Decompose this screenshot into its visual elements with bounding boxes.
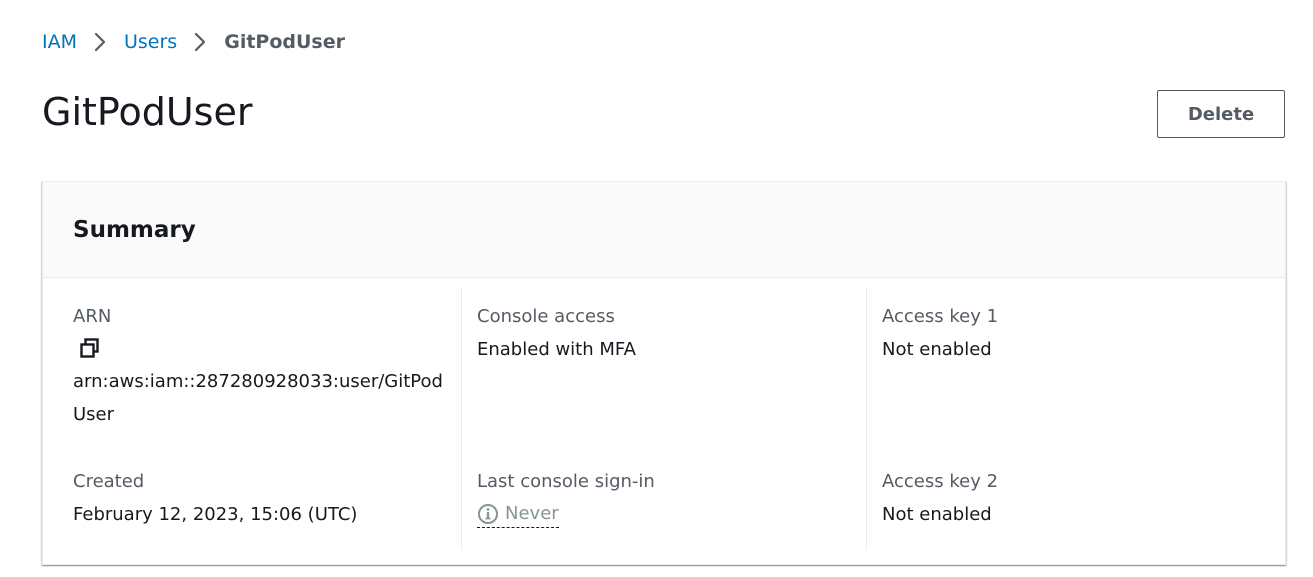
breadcrumb-item-users[interactable]: Users [124, 31, 177, 53]
breadcrumb-item-iam[interactable]: IAM [42, 31, 77, 53]
access-key-1-value: Not enabled [882, 339, 992, 360]
column-divider [866, 288, 867, 550]
breadcrumb: IAM Users GitPodUser [42, 28, 345, 56]
copy-icon[interactable] [79, 337, 103, 365]
column-divider [461, 288, 462, 550]
summary-card: Summary ARN arn:aws:iam::287280928033:us… [42, 181, 1286, 565]
arn-value: arn:aws:iam::287280928033:user/GitPodUse… [73, 371, 443, 425]
console-access-label: Console access [477, 306, 615, 327]
last-signin-label: Last console sign-in [477, 471, 655, 492]
access-key-2-field: Access key 2 Not enabled [882, 465, 998, 531]
delete-button[interactable]: Delete [1157, 90, 1285, 138]
summary-card-header: Summary [43, 182, 1285, 278]
access-key-1-label: Access key 1 [882, 306, 999, 327]
arn-label: ARN [73, 306, 112, 327]
chevron-right-icon [94, 32, 106, 52]
summary-title: Summary [73, 216, 196, 243]
console-access-value: Enabled with MFA [477, 339, 636, 360]
last-signin-field: Last console sign-in Never [477, 465, 655, 536]
chevron-right-icon [194, 32, 206, 52]
last-signin-popover-trigger[interactable]: Never [477, 500, 559, 528]
info-icon [477, 503, 499, 525]
summary-card-body: ARN arn:aws:iam::287280928033:user/GitPo… [43, 278, 1285, 565]
created-field: Created February 12, 2023, 15:06 (UTC) [73, 465, 357, 531]
access-key-2-label: Access key 2 [882, 471, 999, 492]
access-key-2-value: Not enabled [882, 504, 992, 525]
arn-field: ARN arn:aws:iam::287280928033:user/GitPo… [73, 300, 443, 431]
console-access-field: Console access Enabled with MFA [477, 300, 636, 366]
page-title: GitPodUser [42, 90, 253, 134]
page: IAM Users GitPodUser GitPodUser Delete S… [0, 0, 1313, 577]
last-signin-value: Never [505, 503, 559, 524]
created-label: Created [73, 471, 145, 492]
created-value: February 12, 2023, 15:06 (UTC) [73, 504, 358, 525]
access-key-1-field: Access key 1 Not enabled [882, 300, 998, 366]
breadcrumb-current: GitPodUser [224, 31, 345, 53]
